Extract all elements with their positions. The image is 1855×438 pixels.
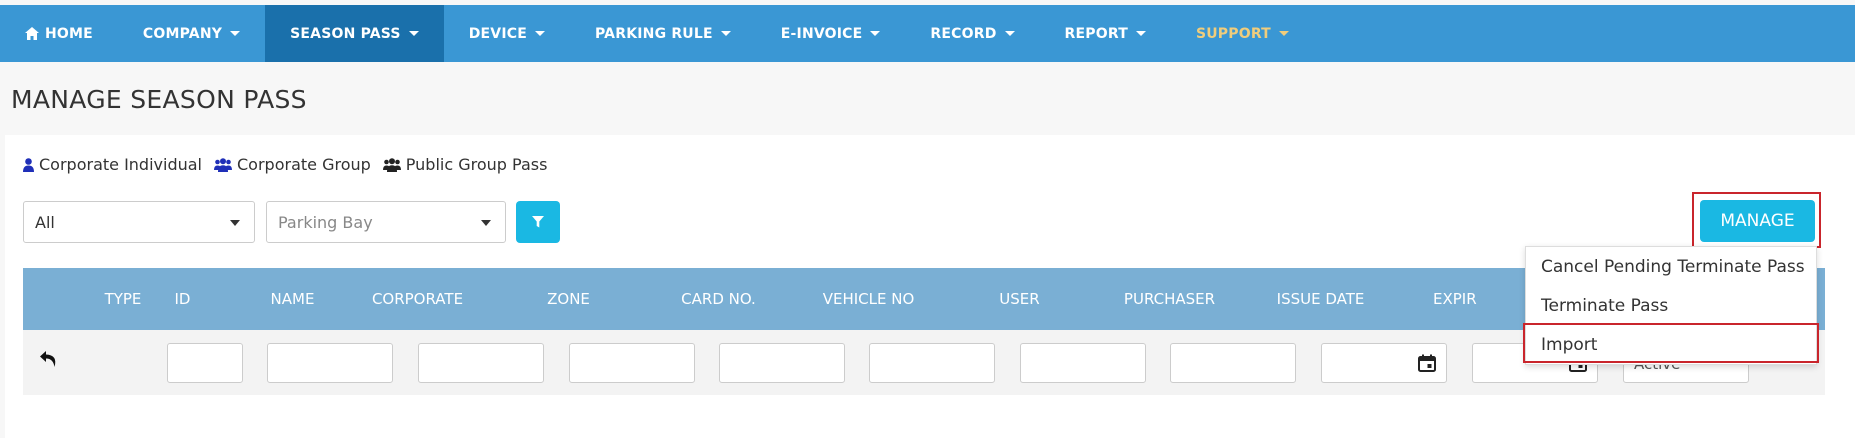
- menu-item-terminate-pass[interactable]: Terminate Pass: [1526, 287, 1816, 325]
- column-header-id[interactable]: ID: [145, 268, 220, 330]
- nav-season-pass[interactable]: SEASON PASS: [265, 5, 444, 62]
- nav-e-invoice-label: E-INVOICE: [780, 25, 863, 42]
- menu-item-cancel-pending-terminate-pass[interactable]: Cancel Pending Terminate Pass: [1526, 248, 1816, 286]
- caret-down-icon: [230, 31, 241, 36]
- caret-down-icon: [720, 31, 731, 36]
- vehicle-no-filter-input[interactable]: [869, 343, 995, 383]
- column-header-purchaser[interactable]: PURCHASER: [1107, 268, 1232, 330]
- nav-device-label: DEVICE: [468, 25, 527, 42]
- calendar-icon: [1418, 354, 1436, 372]
- column-header-type[interactable]: TYPE: [93, 268, 153, 330]
- nav-report[interactable]: REPORT: [1040, 5, 1171, 62]
- manage-button[interactable]: MANAGE: [1700, 200, 1815, 242]
- id-filter-input[interactable]: [167, 343, 243, 383]
- column-header-vehicle-no[interactable]: VEHICLE NO: [806, 268, 931, 330]
- legend-corporate-individual-label: Corporate Individual: [39, 155, 202, 174]
- user-filter-input[interactable]: [1020, 343, 1146, 383]
- parking-bay-select[interactable]: Parking Bay: [266, 201, 506, 243]
- nav-home-label: HOME: [45, 25, 93, 42]
- nav-company-label: COMPANY: [142, 25, 223, 42]
- legend-corporate-group: Corporate Group: [214, 155, 371, 174]
- caret-down-icon: [1004, 31, 1015, 36]
- home-icon: [25, 27, 39, 40]
- issue-date-filter-input[interactable]: [1321, 343, 1447, 383]
- nav-parking-rule-label: PARKING RULE: [595, 25, 713, 42]
- pass-type-legend: Corporate Individual Corporate Group Pub…: [23, 155, 547, 174]
- nav-home[interactable]: HOME: [0, 5, 118, 62]
- zone-filter-input[interactable]: [569, 343, 695, 383]
- column-header-corporate[interactable]: CORPORATE: [355, 268, 480, 330]
- pass-type-select[interactable]: All: [23, 201, 255, 243]
- pass-type-select-value: All: [35, 212, 55, 232]
- chevron-down-icon: [230, 220, 240, 226]
- caret-down-icon: [1278, 31, 1289, 36]
- chevron-down-icon: [481, 220, 491, 226]
- users-icon: [382, 157, 401, 172]
- purchaser-filter-input[interactable]: [1170, 343, 1296, 383]
- nav-record[interactable]: RECORD: [905, 5, 1039, 62]
- nav-e-invoice[interactable]: E-INVOICE: [756, 5, 906, 62]
- nav-support[interactable]: SUPPORT: [1171, 5, 1314, 62]
- legend-public-group-label: Public Group Pass: [405, 155, 548, 174]
- column-header-expiry[interactable]: EXPIR: [1409, 268, 1534, 330]
- nav-report-label: REPORT: [1064, 25, 1128, 42]
- corporate-filter-input[interactable]: [418, 343, 544, 383]
- nav-record-label: RECORD: [930, 25, 997, 42]
- users-icon: [214, 157, 232, 172]
- card-no-filter-input[interactable]: [719, 343, 845, 383]
- caret-down-icon: [535, 31, 545, 36]
- column-header-issue-date[interactable]: ISSUE DATE: [1258, 268, 1383, 330]
- caret-down-icon: [1135, 31, 1146, 36]
- nav-company[interactable]: COMPANY: [118, 5, 265, 62]
- column-header-zone[interactable]: ZONE: [506, 268, 631, 330]
- legend-corporate-group-label: Corporate Group: [237, 155, 371, 174]
- legend-public-group: Public Group Pass: [382, 155, 548, 174]
- column-header-card-no[interactable]: CARD NO.: [656, 268, 781, 330]
- page-title: MANAGE SEASON PASS: [11, 85, 307, 114]
- nav-season-pass-label: SEASON PASS: [290, 25, 401, 42]
- legend-corporate-individual: Corporate Individual: [23, 155, 202, 174]
- caret-down-icon: [408, 31, 419, 36]
- undo-icon[interactable]: [39, 350, 59, 368]
- caret-down-icon: [870, 31, 881, 36]
- import-item-highlight: [1523, 323, 1819, 363]
- filter-button[interactable]: [516, 201, 560, 243]
- column-header-name[interactable]: NAME: [230, 268, 355, 330]
- nav-support-label: SUPPORT: [1195, 25, 1271, 42]
- parking-bay-placeholder: Parking Bay: [278, 212, 373, 232]
- nav-parking-rule[interactable]: PARKING RULE: [570, 5, 756, 62]
- name-filter-input[interactable]: [267, 343, 393, 383]
- column-header-user[interactable]: USER: [957, 268, 1082, 330]
- filter-icon: [532, 216, 544, 228]
- user-icon: [23, 157, 34, 172]
- nav-device[interactable]: DEVICE: [444, 5, 570, 62]
- main-navbar: HOME COMPANY SEASON PASS DEVICE PARKING …: [0, 5, 1855, 62]
